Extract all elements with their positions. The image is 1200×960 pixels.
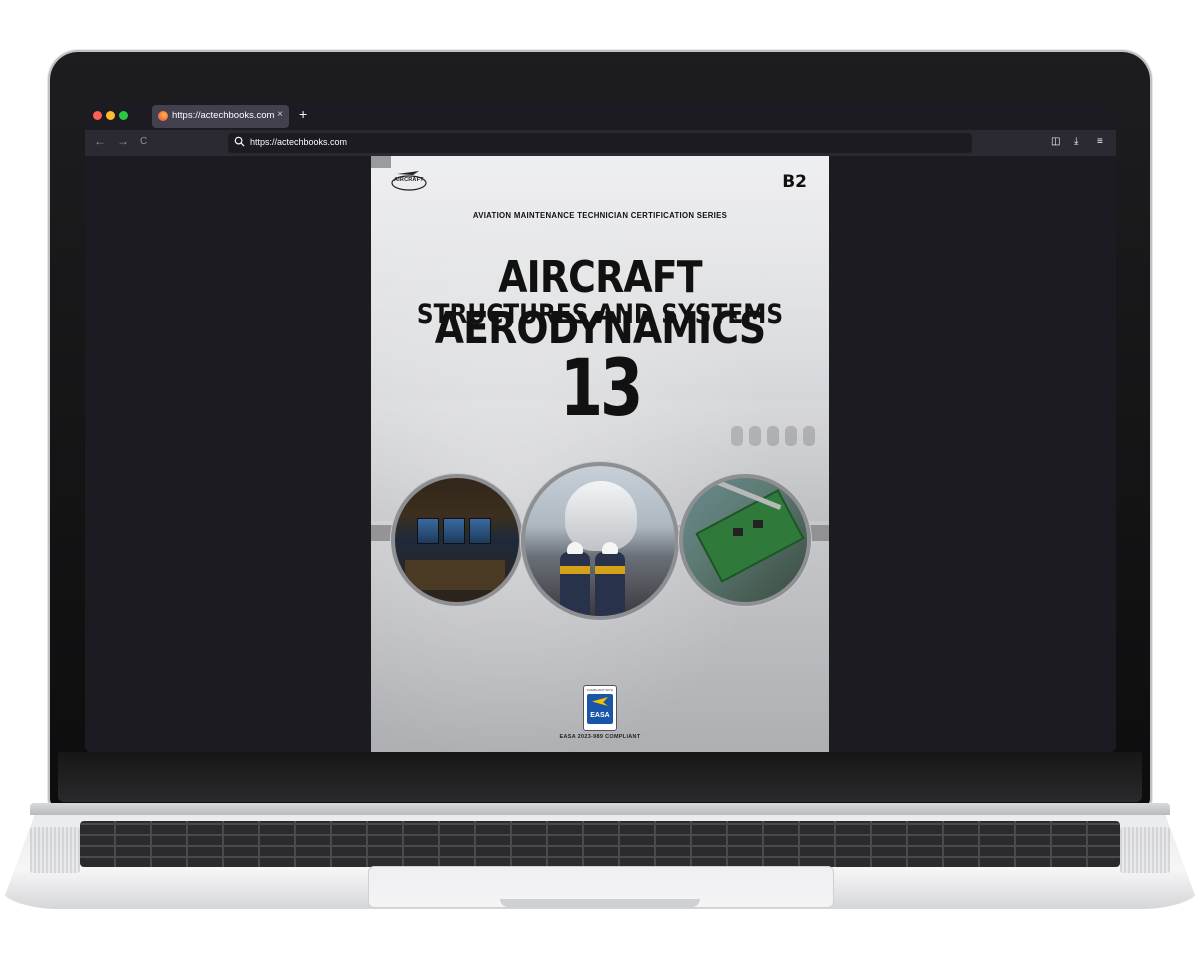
safety-stripe [560, 566, 590, 574]
laptop-notch [500, 899, 700, 907]
keyboard-deck [0, 811, 1200, 909]
cockpit-photo [391, 474, 523, 606]
easa-badge-top: COMPLIANT WITH [587, 688, 613, 692]
cockpit-panel [405, 560, 505, 590]
search-icon [234, 136, 245, 147]
tab-actechbooks[interactable]: https://actechbooks.com × [152, 105, 289, 128]
laptop-base [0, 803, 1200, 913]
technician-figure [560, 552, 590, 616]
firefox-icon [158, 111, 168, 121]
laptop-hinge [30, 803, 1170, 815]
circuit-board [695, 489, 805, 583]
downloads-icon[interactable]: ⤓ [1074, 136, 1078, 147]
tab-bar: https://actechbooks.com × + [85, 102, 1116, 130]
easa-logo [587, 694, 613, 724]
easa-caption: EASA 2023-989 COMPLIANT [559, 734, 641, 740]
keyboard [80, 821, 1120, 867]
book-cover: AIRCRAFT B2 AVIATION MAINTENANCE TECHNIC… [371, 156, 829, 752]
reload-button[interactable]: C [140, 136, 147, 147]
cover-haze [371, 156, 829, 752]
chip [753, 520, 763, 528]
chip [733, 528, 743, 536]
page-viewport: AIRCRAFT B2 AVIATION MAINTENANCE TECHNIC… [85, 156, 1116, 752]
menu-icon[interactable]: ≡ [1097, 136, 1103, 147]
book-subtitle: STRUCTURES AND SYSTEMS [416, 299, 784, 330]
aircraft-nose [565, 481, 637, 551]
publisher-logo-text: AIRCRAFT [394, 177, 424, 183]
series-title: AVIATION MAINTENANCE TECHNICIAN CERTIFIC… [472, 211, 728, 220]
cockpit-display [417, 518, 439, 544]
easa-badge: COMPLIANT WITH EASA [583, 685, 617, 731]
technician-figure [595, 552, 625, 616]
back-button[interactable]: ← [94, 134, 106, 148]
new-tab-button[interactable]: + [299, 106, 307, 122]
edition-label: B2 [782, 172, 807, 192]
tab-close-button[interactable]: × [277, 109, 283, 120]
laptop-screen: https://actechbooks.com × + ← → C https:… [85, 102, 1116, 752]
navigation-bar: ← → C https://actechbooks.com ◫ ⤓ ≡ [85, 130, 1116, 156]
close-window-button[interactable] [93, 111, 102, 120]
cockpit-display [469, 518, 491, 544]
forward-button[interactable]: → [117, 134, 129, 148]
pocket-icon[interactable]: ◫ [1051, 136, 1060, 147]
minimize-window-button[interactable] [106, 111, 115, 120]
laptop-bezel [58, 752, 1142, 802]
cockpit-display [443, 518, 465, 544]
speaker-grille-right [1120, 827, 1170, 873]
safety-stripe [595, 566, 625, 574]
technicians-photo [521, 462, 679, 620]
helmet [567, 542, 583, 554]
maximize-window-button[interactable] [119, 111, 128, 120]
tab-title: https://actechbooks.com [172, 110, 275, 121]
speaker-grille-left [30, 827, 80, 873]
url-bar[interactable]: https://actechbooks.com [228, 133, 972, 153]
url-text: https://actechbooks.com [250, 137, 348, 147]
module-number: 13 [559, 344, 644, 434]
helmet [602, 542, 618, 554]
easa-name: EASA [590, 712, 610, 719]
cover-corner [371, 156, 391, 168]
circuit-board-photo [679, 474, 811, 606]
